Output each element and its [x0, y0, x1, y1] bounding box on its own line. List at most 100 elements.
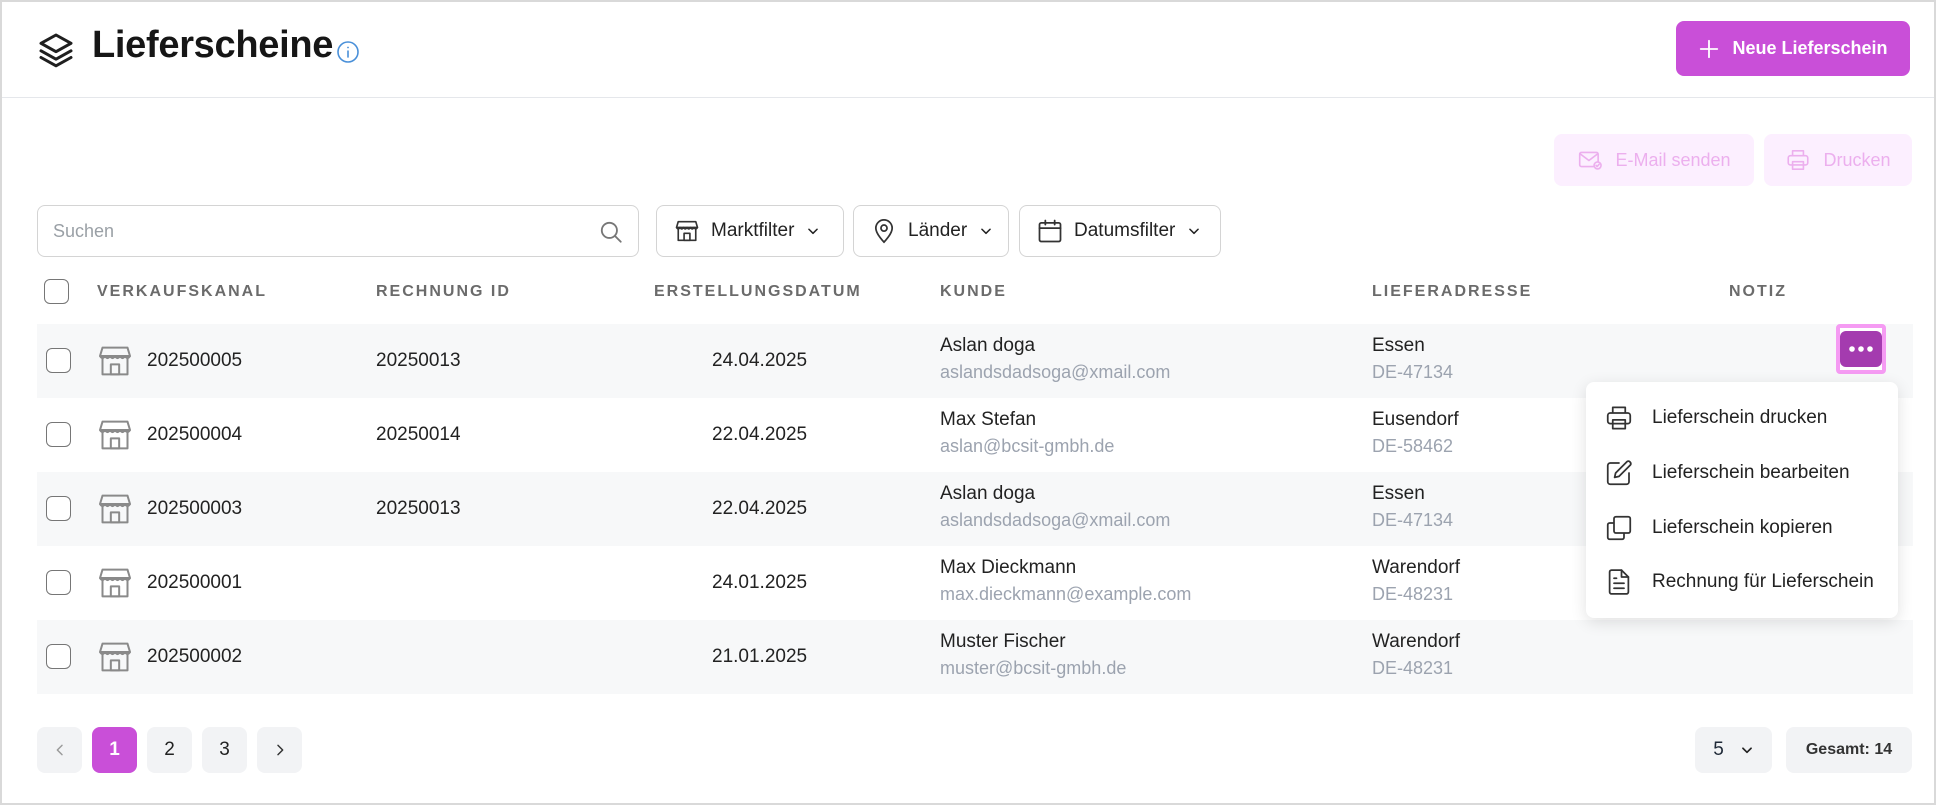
- date-filter-label: Datumsfilter: [1074, 220, 1176, 241]
- row-checkbox[interactable]: [46, 644, 71, 669]
- printer-icon: [1606, 406, 1632, 430]
- row-checkbox[interactable]: [46, 348, 71, 373]
- column-header-customer[interactable]: KUNDE: [940, 283, 1007, 301]
- store-icon: [99, 346, 131, 376]
- app-window: Lieferscheine Neue Lieferschein E-Mail s…: [0, 0, 1936, 805]
- column-header-note[interactable]: NOTIZ: [1729, 283, 1787, 301]
- menu-item-label: Lieferschein kopieren: [1652, 517, 1833, 538]
- customer-name-cell: Aslan doga: [940, 335, 1036, 356]
- store-icon: [99, 420, 131, 450]
- store-icon: [99, 494, 131, 524]
- countries-filter-dropdown[interactable]: Länder: [853, 205, 1009, 257]
- delivery-city-cell: Essen: [1372, 483, 1425, 504]
- chevron-right-icon: [276, 744, 283, 756]
- more-horizontal-icon: [1849, 346, 1873, 352]
- search-icon[interactable]: [598, 219, 624, 245]
- row-checkbox[interactable]: [46, 570, 71, 595]
- page-header: Lieferscheine Neue Lieferschein: [2, 2, 1934, 98]
- date-filter-dropdown[interactable]: Datumsfilter: [1019, 205, 1221, 257]
- chevron-down-icon: [1189, 228, 1200, 235]
- chevron-down-icon: [1741, 747, 1752, 754]
- delivery-zip-cell: DE-47134: [1372, 362, 1454, 382]
- sales-channel-cell: 202500005: [147, 350, 243, 371]
- column-header-created-date[interactable]: ERSTELLUNGSDATUM: [654, 283, 862, 301]
- sales-channel-cell: 202500004: [147, 424, 243, 445]
- chevron-down-icon: [981, 228, 992, 235]
- market-filter-label: Marktfilter: [711, 220, 795, 241]
- menu-item-label: Lieferschein drucken: [1652, 407, 1828, 428]
- printer-icon: [1787, 149, 1810, 171]
- customer-email-cell: muster@bcsit-gmbh.de: [940, 658, 1127, 678]
- created-date-cell: 22.04.2025: [712, 498, 808, 519]
- delivery-zip-cell: DE-48231: [1372, 658, 1454, 678]
- page-button-1[interactable]: 1: [92, 727, 137, 773]
- customer-name-cell: Max Dieckmann: [940, 557, 1077, 578]
- next-page-button[interactable]: [257, 727, 302, 773]
- delivery-city-cell: Eusendorf: [1372, 409, 1459, 430]
- mail-icon: [1579, 151, 1603, 170]
- total-count-badge: Gesamt: 14: [1786, 727, 1912, 773]
- row-checkbox[interactable]: [46, 496, 71, 521]
- delivery-city-cell: Essen: [1372, 335, 1425, 356]
- customer-email-cell: aslan@bcsit-gmbh.de: [940, 436, 1115, 456]
- row-actions-menu: Lieferschein drucken Lieferschein bearbe…: [1586, 382, 1898, 618]
- previous-page-button[interactable]: [37, 727, 82, 773]
- created-date-cell: 24.01.2025: [712, 572, 808, 593]
- customer-name-cell: Aslan doga: [940, 483, 1036, 504]
- info-icon[interactable]: [336, 40, 360, 64]
- table-row[interactable]: 202500002 21.01.2025 Muster Fischer must…: [37, 620, 1913, 694]
- invoice-id-cell: 20250013: [376, 498, 461, 519]
- plus-icon: [1700, 39, 1719, 58]
- page-size-select[interactable]: 5: [1695, 727, 1772, 773]
- document-icon: [1608, 569, 1630, 595]
- customer-name-cell: Muster Fischer: [940, 631, 1066, 652]
- customer-email-cell: aslandsdadsoga@xmail.com: [940, 510, 1171, 530]
- invoice-id-cell: 20250013: [376, 350, 461, 371]
- page-size-value: 5: [1713, 739, 1724, 760]
- send-email-button[interactable]: E-Mail senden: [1554, 134, 1754, 186]
- column-header-delivery-address[interactable]: LIEFERADRESSE: [1372, 283, 1532, 301]
- edit-icon: [1606, 460, 1632, 486]
- row-checkbox[interactable]: [46, 422, 71, 447]
- store-icon: [99, 642, 131, 672]
- new-button-label: Neue Lieferschein: [1732, 38, 1888, 58]
- delivery-city-cell: Warendorf: [1372, 631, 1460, 652]
- row-actions-button-inner[interactable]: [1840, 331, 1882, 367]
- layers-icon: [39, 33, 73, 68]
- copy-icon: [1606, 515, 1632, 541]
- delivery-zip-cell: DE-47134: [1372, 510, 1454, 530]
- menu-item-print[interactable]: Lieferschein drucken: [1604, 398, 1827, 438]
- select-all-checkbox[interactable]: [44, 279, 69, 304]
- delivery-zip-cell: DE-48231: [1372, 584, 1454, 604]
- location-pin-icon: [874, 219, 894, 244]
- market-filter-dropdown[interactable]: Marktfilter: [656, 205, 844, 257]
- menu-item-invoice[interactable]: Rechnung für Lieferschein: [1604, 562, 1874, 602]
- row-actions-button[interactable]: [1836, 324, 1886, 374]
- customer-email-cell: aslandsdadsoga@xmail.com: [940, 362, 1171, 382]
- menu-item-edit[interactable]: Lieferschein bearbeiten: [1604, 453, 1850, 493]
- created-date-cell: 24.04.2025: [712, 350, 808, 371]
- sales-channel-cell: 202500002: [147, 646, 243, 667]
- new-delivery-note-button[interactable]: Neue Lieferschein: [1676, 21, 1910, 76]
- column-header-invoice-id[interactable]: RECHNUNG ID: [376, 283, 511, 301]
- delivery-zip-cell: DE-58462: [1372, 436, 1454, 456]
- sales-channel-cell: 202500003: [147, 498, 243, 519]
- search-input[interactable]: [38, 206, 578, 256]
- page-button-3[interactable]: 3: [202, 727, 247, 773]
- countries-filter-label: Länder: [908, 220, 968, 241]
- menu-item-label: Rechnung für Lieferschein: [1652, 571, 1874, 592]
- chevron-left-icon: [56, 744, 63, 756]
- page-title: Lieferscheine: [92, 24, 334, 66]
- column-header-sales-channel[interactable]: VERKAUFSKANAL: [97, 283, 267, 301]
- sales-channel-cell: 202500001: [147, 572, 243, 593]
- send-email-label: E-Mail senden: [1615, 149, 1731, 170]
- menu-item-copy[interactable]: Lieferschein kopieren: [1604, 508, 1833, 548]
- customer-email-cell: max.dieckmann@example.com: [940, 584, 1192, 604]
- chevron-down-icon: [808, 228, 819, 235]
- invoice-id-cell: 20250014: [376, 424, 461, 445]
- store-icon: [675, 220, 699, 242]
- search-box: [37, 205, 639, 257]
- print-label: Drucken: [1823, 149, 1891, 170]
- print-button[interactable]: Drucken: [1764, 134, 1912, 186]
- page-button-2[interactable]: 2: [147, 727, 192, 773]
